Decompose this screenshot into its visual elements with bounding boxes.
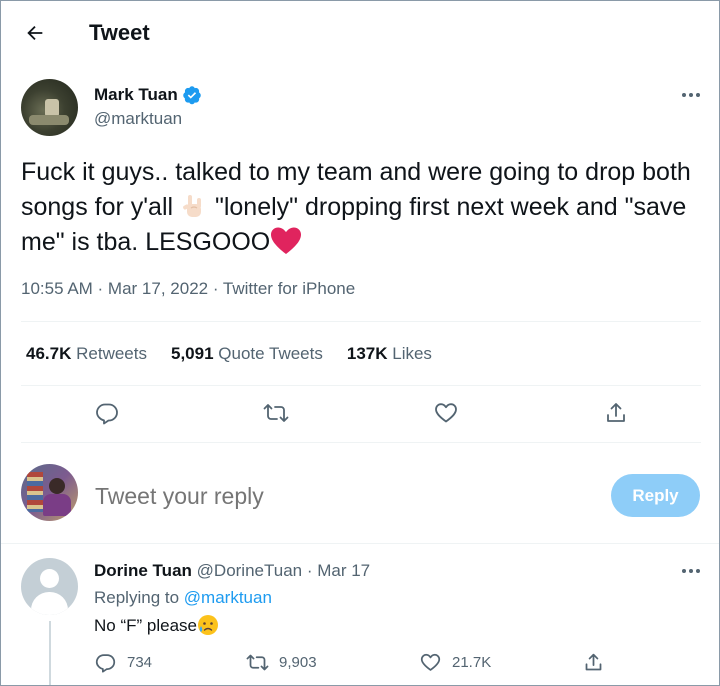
reply-reply-button[interactable]: 734 [93, 649, 152, 675]
reply-text-content: No “F” please [94, 616, 197, 635]
arrow-left-icon [27, 25, 43, 41]
divider [21, 442, 701, 443]
tweet-stats: 46.7K Retweets 5,091 Quote Tweets 137K L… [26, 343, 456, 365]
reply-icon [95, 653, 115, 673]
divider [21, 321, 701, 322]
reply-header: Dorine Tuan @DorineTuan · Mar 17 [94, 561, 370, 581]
share-icon [585, 653, 601, 670]
reply-input[interactable] [95, 481, 575, 511]
quotes-label: Quote Tweets [218, 344, 323, 363]
author-name-row[interactable]: Mark Tuan [94, 85, 202, 105]
retweet-icon [263, 404, 289, 422]
author-handle[interactable]: @marktuan [94, 109, 182, 129]
reply-author-handle[interactable]: @DorineTuan [197, 561, 302, 580]
likes-count: 137K [346, 344, 388, 363]
more-horizontal-icon [682, 569, 700, 573]
heart-icon [420, 653, 440, 671]
retweet-button[interactable] [262, 399, 290, 427]
sad-sweat-face-emoji-icon [197, 615, 218, 635]
thread-line [49, 621, 51, 685]
divider [1, 543, 719, 544]
retweet-icon [246, 654, 268, 670]
back-button[interactable] [21, 19, 49, 47]
tweet-more-button[interactable] [677, 85, 705, 105]
reply-date[interactable]: · Mar 17 [307, 561, 370, 580]
retweets-count: 46.7K [26, 344, 72, 363]
author-avatar[interactable] [21, 79, 78, 136]
reply-retweet-button[interactable]: 9,903 [245, 649, 317, 675]
reply-author-avatar[interactable] [21, 558, 78, 615]
reply-author-name[interactable]: Dorine Tuan [94, 561, 192, 580]
like-button[interactable] [432, 399, 460, 427]
current-user-avatar[interactable] [21, 464, 78, 521]
share-button[interactable] [602, 399, 630, 427]
quote-tweets-stat[interactable]: 5,091 Quote Tweets [171, 343, 323, 365]
red-heart-emoji-icon [271, 227, 302, 254]
quotes-count: 5,091 [170, 344, 214, 363]
heart-icon [435, 403, 457, 423]
replying-to: Replying to @marktuan [94, 588, 272, 608]
reply-like-button[interactable]: 21.7K [418, 649, 491, 675]
tweet-detail-page: Tweet Mark Tuan @marktuan Fuck it guys..… [0, 0, 720, 686]
reply-button[interactable] [93, 399, 121, 427]
reply-reply-count: 734 [127, 653, 153, 671]
more-horizontal-icon [682, 93, 700, 97]
replying-to-label: Replying to [94, 588, 184, 607]
retweets-label: Retweets [76, 344, 147, 363]
tweet-timestamp[interactable]: 10:55 AM · Mar 17, 2022 · Twitter for iP… [21, 279, 355, 299]
share-icon [607, 403, 625, 422]
reply-retweet-count: 9,903 [279, 653, 317, 671]
page-header: Tweet [1, 1, 719, 65]
author-name[interactable]: Mark Tuan [94, 85, 178, 105]
page-title: Tweet [89, 20, 150, 45]
reply-share-button[interactable] [581, 649, 615, 675]
likes-label: Likes [392, 344, 432, 363]
reply-like-count: 21.7K [452, 653, 492, 671]
reply-submit-button[interactable]: Reply [611, 474, 700, 517]
reply-text: No “F” please [94, 614, 219, 637]
likes-stat[interactable]: 137K Likes [347, 343, 432, 365]
tweet-text: Fuck it guys.. talked to my team and wer… [21, 155, 711, 260]
divider [21, 385, 701, 386]
reply-icon [96, 403, 118, 425]
rock-on-hand-emoji-icon [183, 195, 202, 217]
verified-badge-icon [183, 86, 201, 105]
reply-more-button[interactable] [677, 561, 705, 581]
retweets-stat[interactable]: 46.7K Retweets [26, 343, 147, 365]
replying-to-handle[interactable]: @marktuan [184, 588, 272, 607]
